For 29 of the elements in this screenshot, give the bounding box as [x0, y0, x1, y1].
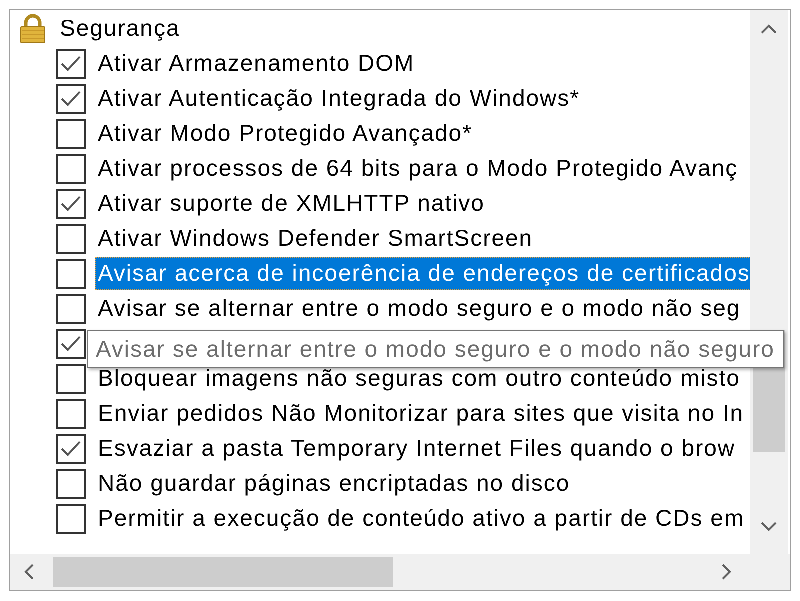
checkbox[interactable] [56, 434, 86, 464]
checkbox[interactable] [56, 364, 86, 394]
checkbox[interactable] [56, 188, 86, 218]
checkbox[interactable] [56, 154, 86, 184]
option-label[interactable]: Avisar acerca de incoerência de endereços de certificados [95, 257, 750, 290]
checkbox[interactable] [56, 118, 86, 148]
group-title: Segurança [60, 14, 180, 44]
checkbox[interactable] [56, 504, 86, 534]
checkbox[interactable] [56, 398, 86, 428]
checkbox[interactable] [56, 328, 86, 358]
scroll-thumb[interactable] [53, 557, 393, 587]
tooltip: Avisar se alternar entre o modo seguro e o modo não seguro [87, 330, 784, 368]
padlock-icon [20, 14, 46, 44]
scroll-down-icon[interactable] [761, 522, 777, 532]
check-icon [60, 90, 82, 108]
scroll-right-icon[interactable] [722, 564, 732, 580]
scroll-left-icon[interactable] [24, 564, 34, 580]
checkbox[interactable] [56, 224, 86, 254]
checkbox[interactable] [56, 84, 86, 114]
horizontal-scrollbar[interactable] [10, 554, 790, 590]
checkbox[interactable] [56, 468, 86, 498]
check-icon [60, 334, 82, 352]
check-icon [60, 440, 82, 458]
checkbox[interactable] [56, 48, 86, 78]
checkbox[interactable] [56, 294, 86, 324]
checkbox[interactable] [56, 258, 86, 288]
check-icon [60, 54, 82, 72]
check-icon [60, 194, 82, 212]
scroll-up-icon[interactable] [761, 24, 777, 34]
